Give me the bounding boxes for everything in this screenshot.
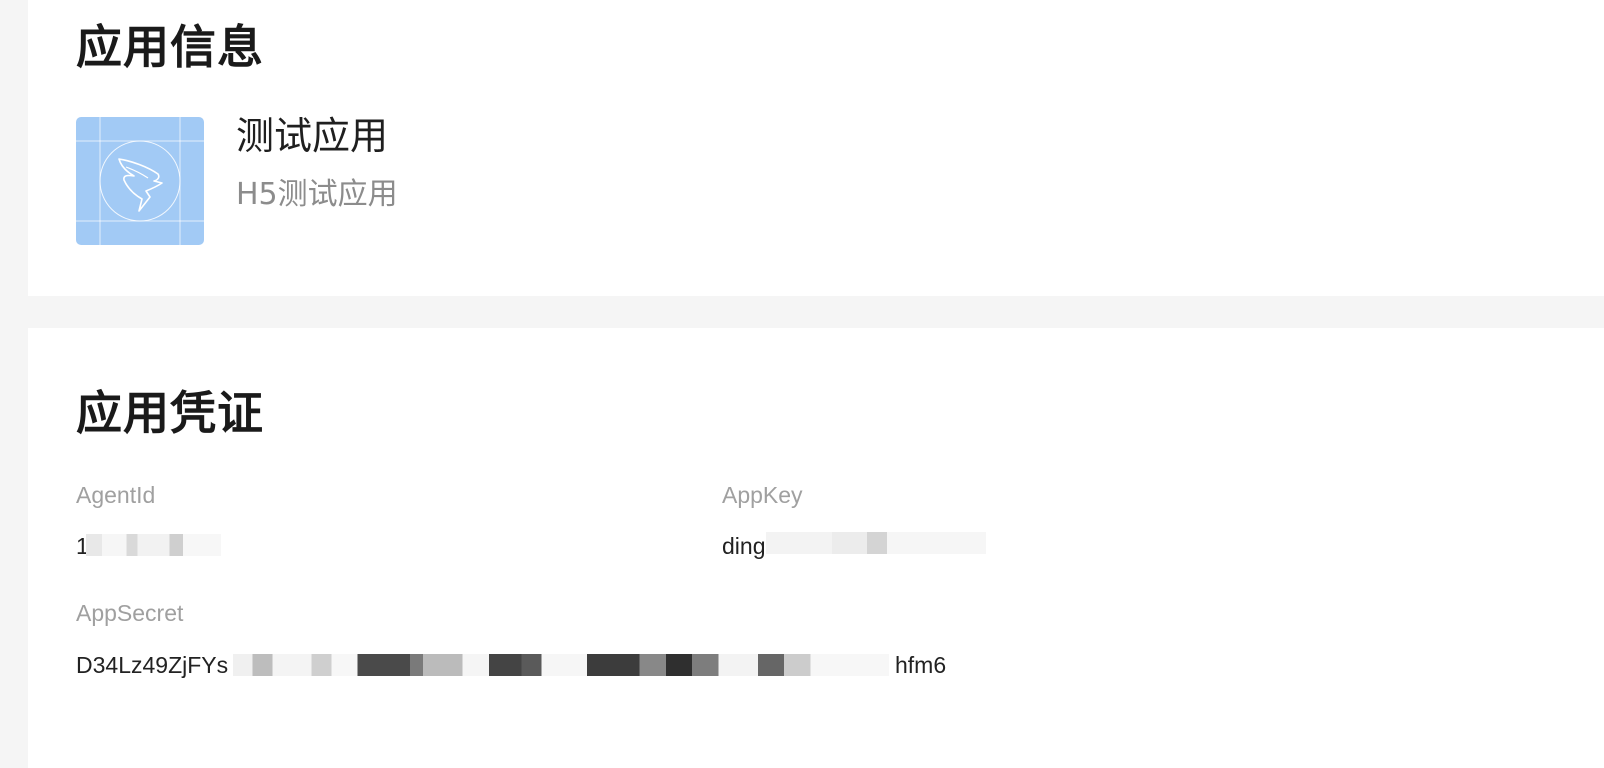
app-secret-redaction [233, 654, 889, 676]
app-secret-value-suffix: hfm6 [895, 652, 947, 678]
app-info-title: 应用信息 [76, 20, 264, 74]
app-key-label: AppKey [722, 482, 803, 508]
agent-id-redaction [86, 534, 221, 556]
app-key-value: ding [722, 533, 766, 559]
app-secret-label: AppSecret [76, 600, 184, 626]
app-secret-value-prefix: D34Lz49ZjFYs [76, 652, 229, 678]
agent-id-label: AgentId [76, 482, 156, 508]
dingtalk-app-icon [76, 117, 204, 245]
app-credentials-card: 应用凭证 AgentId 1 AppKey ding AppSecret D34… [28, 328, 1604, 768]
app-info-card: 应用信息 测试应用 H5测试应用 [28, 0, 1604, 296]
app-key-redaction [766, 532, 986, 554]
app-description: H5测试应用 [236, 177, 398, 212]
app-credentials-title: 应用凭证 [76, 386, 264, 440]
app-name: 测试应用 [236, 114, 389, 158]
